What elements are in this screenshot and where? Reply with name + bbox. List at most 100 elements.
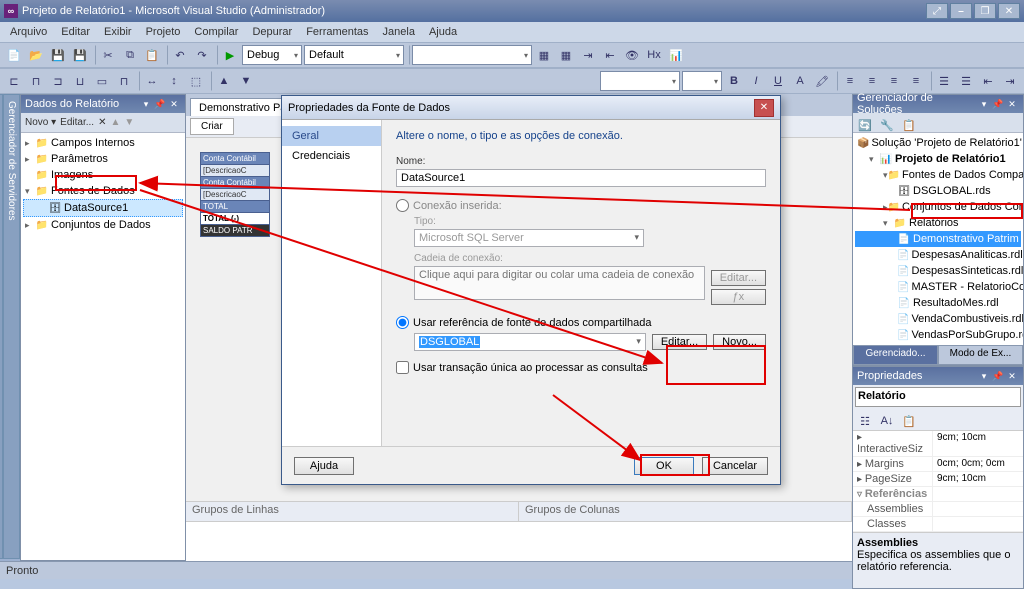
- solution-root[interactable]: Solução 'Projeto de Relatório1' (1: [871, 137, 1023, 149]
- bring-front-icon[interactable]: ▲: [214, 71, 234, 91]
- show-all-icon[interactable]: 📋: [899, 115, 919, 135]
- uncomment-icon[interactable]: ▦: [556, 45, 576, 65]
- alphabetical-icon[interactable]: A↓: [877, 411, 897, 431]
- menu-depurar[interactable]: Depurar: [246, 24, 298, 40]
- report-demonstrativo[interactable]: 📄Demonstrativo Patrim: [855, 231, 1021, 247]
- radio-embedded[interactable]: Conexão inserida:: [396, 199, 766, 212]
- maximize-button[interactable]: ❐: [974, 3, 996, 19]
- up-button[interactable]: ▲: [110, 117, 120, 128]
- shared-ds-combo[interactable]: DSGLOBAL: [414, 333, 646, 351]
- help-button[interactable]: Ajuda: [294, 457, 354, 475]
- pin-icon[interactable]: 📌: [153, 97, 167, 111]
- tree-item-campos[interactable]: Campos Internos: [51, 137, 135, 149]
- indent-icon[interactable]: ⇥: [1000, 71, 1020, 91]
- shared-ds-item[interactable]: DSGLOBAL.rds: [913, 185, 991, 197]
- close-panel-icon[interactable]: ✕: [1005, 369, 1019, 383]
- props-object-combo[interactable]: Relatório: [855, 387, 1021, 407]
- shared-ds-folder[interactable]: Fontes de Dados Compar: [902, 169, 1023, 181]
- radio-embedded-input[interactable]: [396, 199, 409, 212]
- cut-icon[interactable]: ✂: [98, 45, 118, 65]
- refresh-icon[interactable]: 🔄: [855, 115, 875, 135]
- report-item[interactable]: MASTER - RelatorioCo: [911, 281, 1023, 293]
- close-panel-icon[interactable]: ✕: [1005, 97, 1019, 111]
- tab-modo-exibicao[interactable]: Modo de Ex...: [938, 345, 1023, 365]
- config-combo[interactable]: Debug: [242, 45, 302, 65]
- new-project-icon[interactable]: 📄: [4, 45, 24, 65]
- align-bottom-icon[interactable]: ⊓: [114, 71, 134, 91]
- forecolor-icon[interactable]: A: [790, 71, 810, 91]
- menu-editar[interactable]: Editar: [55, 24, 96, 40]
- same-width-icon[interactable]: ↔: [142, 71, 162, 91]
- report-item[interactable]: VendaCombustiveis.rdl: [911, 313, 1023, 325]
- tree-item-parametros[interactable]: Parâmetros: [51, 153, 108, 165]
- tab-gerenciador[interactable]: Gerenciado...: [853, 345, 938, 365]
- tree-item-datasource1[interactable]: 🗄DataSource1: [23, 199, 183, 217]
- delete-button[interactable]: ✕: [98, 117, 106, 128]
- single-transaction-checkbox[interactable]: [396, 361, 409, 374]
- properties-icon[interactable]: 🔧: [877, 115, 897, 135]
- step-icon[interactable]: ⇥: [578, 45, 598, 65]
- menu-compilar[interactable]: Compilar: [188, 24, 244, 40]
- play-icon[interactable]: ▶: [220, 45, 240, 65]
- reports-folder[interactable]: Relatórios: [909, 217, 959, 229]
- design-subtab[interactable]: Criar: [190, 118, 234, 135]
- dropdown-icon[interactable]: ▾: [977, 97, 991, 111]
- down-button[interactable]: ▼: [124, 117, 134, 128]
- text-left-icon[interactable]: ≡: [840, 71, 860, 91]
- ok-button[interactable]: OK: [634, 457, 694, 475]
- save-icon[interactable]: 💾: [48, 45, 68, 65]
- name-input[interactable]: [396, 169, 766, 187]
- nav-credenciais[interactable]: Credenciais: [282, 146, 381, 166]
- pin-icon[interactable]: 📌: [991, 97, 1005, 111]
- hex-icon[interactable]: Hx: [644, 45, 664, 65]
- font-combo[interactable]: [600, 71, 680, 91]
- menu-ferramentas[interactable]: Ferramentas: [300, 24, 374, 40]
- close-panel-icon[interactable]: ✕: [167, 97, 181, 111]
- platform-combo[interactable]: Default: [304, 45, 404, 65]
- menu-arquivo[interactable]: Arquivo: [4, 24, 53, 40]
- dialog-close-icon[interactable]: ✕: [754, 99, 774, 117]
- undo-icon[interactable]: ↶: [170, 45, 190, 65]
- bullets-icon[interactable]: ☰: [934, 71, 954, 91]
- watch-icon[interactable]: 👁: [622, 45, 642, 65]
- align-middle-icon[interactable]: ▭: [92, 71, 112, 91]
- tab-server-explorer[interactable]: Gerenciador de Servidores: [3, 94, 20, 559]
- same-size-icon[interactable]: ⬚: [186, 71, 206, 91]
- dropdown-icon[interactable]: ▾: [139, 97, 153, 111]
- text-right-icon[interactable]: ≡: [884, 71, 904, 91]
- backcolor-icon[interactable]: 🖍: [812, 71, 832, 91]
- tree-item-fontes[interactable]: Fontes de Dados: [51, 185, 135, 197]
- menu-projeto[interactable]: Projeto: [140, 24, 187, 40]
- outdent-icon[interactable]: ⇤: [978, 71, 998, 91]
- project-node[interactable]: Projeto de Relatório1: [895, 153, 1006, 165]
- underline-icon[interactable]: U: [768, 71, 788, 91]
- tab-toolbox[interactable]: Caixa de Ferramentas: [0, 94, 3, 559]
- save-all-icon[interactable]: 💾: [70, 45, 90, 65]
- fullscreen-button[interactable]: ⤢: [926, 3, 948, 19]
- tree-item-conjuntos[interactable]: Conjuntos de Dados: [51, 219, 151, 231]
- locals-icon[interactable]: 📊: [666, 45, 686, 65]
- find-combo[interactable]: [412, 45, 532, 65]
- comment-icon[interactable]: ▦: [534, 45, 554, 65]
- numbering-icon[interactable]: ☰: [956, 71, 976, 91]
- align-center-icon[interactable]: ⊓: [26, 71, 46, 91]
- single-transaction-check[interactable]: Usar transação única ao processar as con…: [396, 361, 766, 374]
- menu-janela[interactable]: Janela: [377, 24, 421, 40]
- new-shared-button[interactable]: Novo...: [713, 334, 766, 350]
- categorized-icon[interactable]: ☷: [855, 411, 875, 431]
- report-item[interactable]: DespesasSinteticas.rdl: [911, 265, 1023, 277]
- open-icon[interactable]: 📂: [26, 45, 46, 65]
- text-justify-icon[interactable]: ≡: [906, 71, 926, 91]
- pin-icon[interactable]: 📌: [991, 369, 1005, 383]
- props-pages-icon[interactable]: 📋: [899, 411, 919, 431]
- same-height-icon[interactable]: ↕: [164, 71, 184, 91]
- tree-item-imagens[interactable]: Imagens: [51, 169, 93, 181]
- report-item[interactable]: ResultadoMes.rdl: [913, 297, 999, 309]
- send-back-icon[interactable]: ▼: [236, 71, 256, 91]
- align-left-icon[interactable]: ⊏: [4, 71, 24, 91]
- edit-shared-button[interactable]: Editar...: [652, 334, 707, 350]
- close-button[interactable]: ✕: [998, 3, 1020, 19]
- menu-exibir[interactable]: Exibir: [98, 24, 138, 40]
- paste-icon[interactable]: 📋: [142, 45, 162, 65]
- redo-icon[interactable]: ↷: [192, 45, 212, 65]
